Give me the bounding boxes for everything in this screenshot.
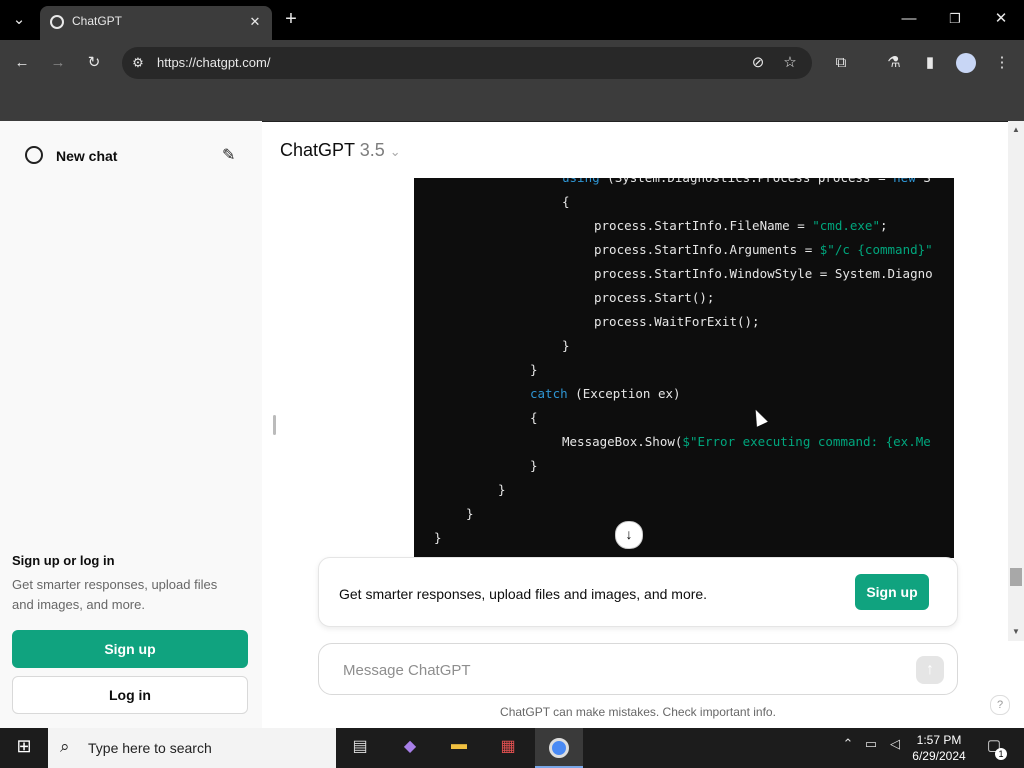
sidebar-signup-button[interactable]: Sign up	[12, 630, 248, 668]
code-line: process.WaitForExit();	[594, 314, 760, 329]
model-version: 3.5	[359, 140, 385, 160]
labs-icon[interactable]: ⚗	[883, 53, 905, 73]
new-tab-icon[interactable]: +	[280, 9, 302, 29]
tab-title: ChatGPT	[72, 14, 123, 28]
sidebar: New chat ✎ Sign up or log in Get smarter…	[0, 121, 262, 728]
app-icon[interactable]: ▦	[493, 736, 523, 760]
chrome-icon	[549, 738, 569, 758]
signup-title: Sign up or log in	[12, 553, 115, 568]
close-window-icon[interactable]: ✕	[990, 9, 1012, 29]
code-line: using (System.Diagnostics.Process proces…	[562, 178, 931, 185]
openai-logo-icon	[25, 146, 43, 164]
extensions-icon[interactable]: ⧉	[830, 53, 852, 73]
clock-time: 1:57 PM	[916, 733, 962, 747]
code-line: {	[562, 194, 570, 209]
help-icon[interactable]: ?	[990, 695, 1010, 715]
visual-studio-icon[interactable]: ◆	[395, 736, 425, 760]
profile-avatar[interactable]	[956, 53, 976, 73]
code-line: {	[530, 410, 538, 425]
sidebar-resize-handle[interactable]	[273, 415, 276, 435]
clock-date: 6/29/2024	[912, 749, 966, 763]
scroll-down-button[interactable]: ↓	[615, 521, 643, 549]
model-selector[interactable]: ChatGPT 3.5 ⌄	[280, 140, 401, 161]
address-bar[interactable]: ⚙ https://chatgpt.com/ ⊘ ☆	[122, 47, 812, 79]
code-line: }	[530, 458, 538, 473]
side-panel-icon[interactable]: ▮	[919, 53, 941, 73]
model-name: ChatGPT	[280, 140, 355, 160]
system-clock[interactable]: 1:57 PM 6/29/2024	[896, 732, 982, 764]
windows-taskbar: ⊞ ⌕ Type here to search ▤ ◆ ▬ ▦ ⌃ ▭ ◁ 1:…	[0, 728, 1024, 768]
message-input[interactable]: Message ChatGPT ↑	[318, 643, 958, 695]
signup-banner: Get smarter responses, upload files and …	[318, 557, 958, 627]
signup-description: Get smarter responses, upload files and …	[12, 577, 218, 612]
banner-text: Get smarter responses, upload files and …	[339, 586, 708, 602]
windows-start-icon[interactable]: ⊞	[9, 736, 39, 760]
scroll-up-arrow[interactable]: ▲	[1012, 125, 1020, 134]
send-icon[interactable]: ↑	[916, 656, 944, 684]
chatgpt-favicon-icon	[50, 15, 64, 29]
url-text[interactable]: https://chatgpt.com/	[157, 55, 270, 70]
code-line: process.StartInfo.WindowStyle = System.D…	[594, 266, 933, 281]
code-line: }	[562, 338, 570, 353]
compose-icon[interactable]: ✎	[222, 145, 235, 165]
browser-tab-bar: ⌄ ChatGPT ✕ + — ❐ ✕	[0, 0, 1024, 40]
code-block: using (System.Diagnostics.Process proces…	[414, 178, 954, 558]
code-line: process.StartInfo.FileName = "cmd.exe";	[594, 218, 888, 233]
browser-tab[interactable]: ChatGPT ✕	[40, 6, 272, 40]
search-icon: ⌕	[60, 737, 70, 756]
new-chat-label[interactable]: New chat	[56, 148, 117, 164]
close-tab-icon[interactable]: ✕	[244, 12, 266, 32]
task-view-icon[interactable]: ▤	[345, 736, 375, 760]
chrome-taskbar-button[interactable]	[535, 728, 583, 768]
banner-signup-button[interactable]: Sign up	[855, 574, 929, 610]
tab-search-icon[interactable]: ⌄	[8, 10, 30, 30]
disclaimer: ChatGPT can make mistakes. Check importa…	[500, 705, 776, 719]
taskbar-search-text: Type here to search	[88, 740, 212, 756]
forward-icon[interactable]: →	[47, 53, 69, 73]
code-line: }	[530, 362, 538, 377]
reload-icon[interactable]: ↻	[83, 53, 105, 73]
chevron-down-icon: ⌄	[389, 144, 401, 159]
scrollbar-thumb[interactable]	[1010, 568, 1022, 586]
code-line: process.Start();	[594, 290, 715, 305]
taskbar-search[interactable]: ⌕ Type here to search	[48, 728, 336, 768]
message-placeholder: Message ChatGPT	[343, 662, 471, 679]
restore-icon[interactable]: ❐	[944, 9, 966, 29]
site-info-icon[interactable]: ⚙	[127, 53, 149, 73]
scroll-down-arrow[interactable]: ▼	[1012, 627, 1020, 636]
eye-off-icon[interactable]: ⊘	[747, 53, 769, 73]
code-line: MessageBox.Show($"Error executing comman…	[562, 434, 931, 449]
bookmark-star-icon[interactable]: ☆	[779, 53, 801, 73]
bookmarks-bar	[0, 86, 1024, 122]
back-icon[interactable]: ←	[11, 53, 33, 73]
notification-badge: 1	[995, 748, 1007, 760]
browser-menu-icon[interactable]: ⋮	[991, 53, 1013, 73]
file-explorer-icon[interactable]: ▬	[444, 736, 474, 760]
code-line: }	[498, 482, 506, 497]
code-line: process.StartInfo.Arguments = $"/c {comm…	[594, 242, 933, 257]
page-scrollbar[interactable]: ▲ ▼	[1008, 121, 1024, 641]
code-line: catch (Exception ex)	[530, 386, 681, 401]
minimize-icon[interactable]: —	[898, 9, 920, 29]
code-line: }	[434, 530, 442, 545]
code-line: }	[466, 506, 474, 521]
